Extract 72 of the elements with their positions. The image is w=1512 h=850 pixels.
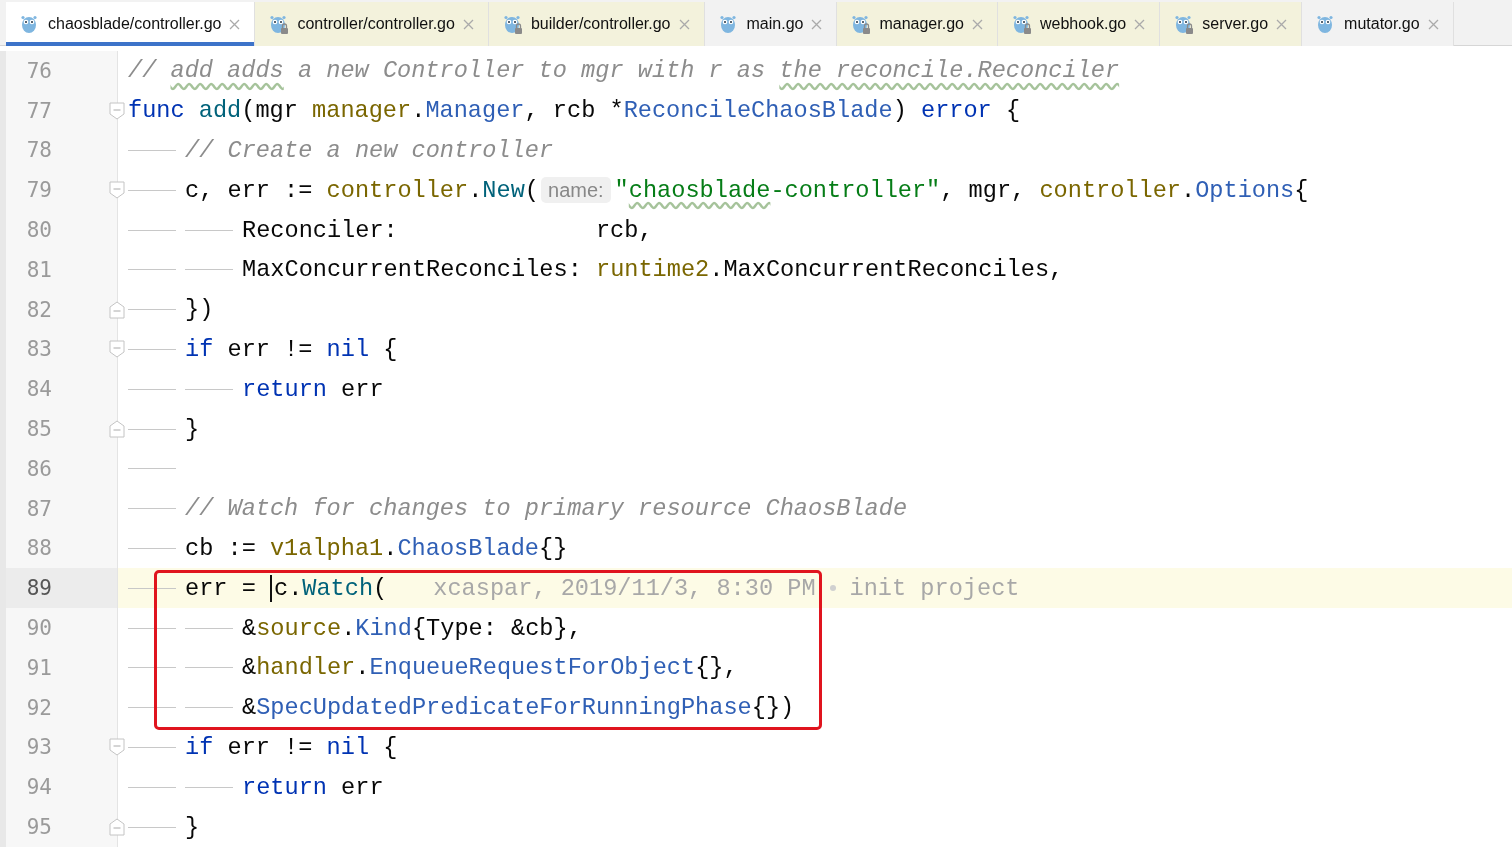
code-line: &handler.EnqueueRequestForObject{}, (242, 654, 738, 682)
gopher-with-lock-icon (502, 13, 523, 35)
code-line: // Create a new controller (185, 137, 554, 164)
line-number: 87 (25, 496, 52, 521)
fold-icon[interactable] (109, 300, 125, 319)
gopher-icon (718, 13, 739, 35)
line-number: 80 (25, 218, 52, 243)
close-icon[interactable] (1134, 18, 1146, 30)
line-number: 81 (25, 257, 52, 282)
code-line: c, err := controller.New( name: "chaosblade-controller", mgr, controller.Options{ (185, 176, 1309, 204)
line-number: 76 (25, 58, 52, 83)
blame-annotation: xcaspar, 2019/11/3, 8:30 PM (433, 574, 816, 602)
close-icon[interactable] (462, 18, 474, 30)
code-line: } (185, 813, 200, 841)
editor-tab[interactable]: chaosblade/controller.go (6, 2, 256, 46)
line-number: 77 (25, 98, 52, 123)
fold-icon[interactable] (109, 738, 125, 757)
commit-message: init project (849, 574, 1020, 602)
line-number: 86 (25, 456, 52, 481)
editor-tab[interactable]: server.go (1160, 2, 1303, 46)
line-number: 78 (25, 138, 52, 163)
close-icon[interactable] (1276, 18, 1288, 30)
gopher-icon (20, 13, 40, 35)
gopher-with-lock-icon (1011, 13, 1032, 35)
line-number: 93 (25, 735, 52, 760)
line-number: 84 (25, 377, 52, 402)
editor-tab[interactable]: controller/controller.go (255, 2, 489, 46)
editor-tab[interactable]: builder/controller.go (488, 2, 705, 46)
code-line: } (185, 415, 200, 443)
editor-tab[interactable]: main.go (704, 2, 838, 46)
line-number: 92 (25, 695, 52, 720)
code-line: cb := v1alpha1.ChaosBlade{} (185, 534, 568, 562)
line-number: 82 (25, 297, 52, 322)
line-number: 89 (25, 576, 52, 601)
gopher-with-lock-icon (851, 13, 872, 35)
fold-icon[interactable] (109, 818, 125, 837)
line-number: 90 (25, 616, 52, 641)
close-icon[interactable] (971, 18, 983, 30)
line-number: 85 (25, 417, 52, 442)
code-line: &SpecUpdatedPredicateForRunningPhase{}) (242, 694, 795, 722)
code-line: if err != nil { (185, 733, 398, 761)
editor-tab[interactable]: manager.go (837, 2, 998, 46)
code-line: MaxConcurrentReconciles: runtime2.MaxConcurrentReconciles, (242, 256, 1064, 284)
line-number: 91 (25, 655, 52, 680)
editor-tab[interactable]: mutator.go (1302, 2, 1454, 46)
code-line: return err (242, 375, 384, 403)
line-number: 95 (25, 815, 52, 840)
close-icon[interactable] (1427, 18, 1439, 30)
code-line: if err != nil { (185, 335, 398, 363)
code-line: // add adds a new Controller to mgr with r as the reconcile.Reconciler (128, 57, 1120, 85)
fold-icon[interactable] (109, 101, 125, 120)
fold-icon[interactable] (109, 340, 125, 359)
close-icon[interactable] (811, 18, 823, 30)
fold-icon[interactable] (109, 420, 125, 439)
close-icon[interactable] (678, 18, 690, 30)
close-icon[interactable] (229, 18, 241, 30)
code-line: return err (242, 773, 384, 801)
gopher-with-lock-icon (1174, 13, 1195, 35)
line-number: 88 (25, 536, 52, 561)
gopher-with-lock-icon (269, 13, 290, 35)
code-line: &source.Kind{Type: &cb}, (242, 614, 582, 642)
code-line: }) (185, 296, 214, 324)
fold-icon[interactable] (109, 181, 125, 200)
editor-tab[interactable]: webhook.go (997, 2, 1161, 46)
code-line: err = c.Watch( (185, 574, 388, 602)
code-line: Reconciler: rcb, (242, 216, 653, 244)
code-line: // Watch for changes to primary resource ChaosBlade (185, 495, 908, 523)
line-number: 79 (25, 178, 52, 203)
separator-dot-icon (829, 585, 836, 592)
line-number: 83 (25, 337, 52, 362)
code-line: func add(mgr manager.Manager, rcb *ReconcileChaosBlade) error { (128, 97, 1021, 125)
line-number: 94 (25, 775, 52, 800)
